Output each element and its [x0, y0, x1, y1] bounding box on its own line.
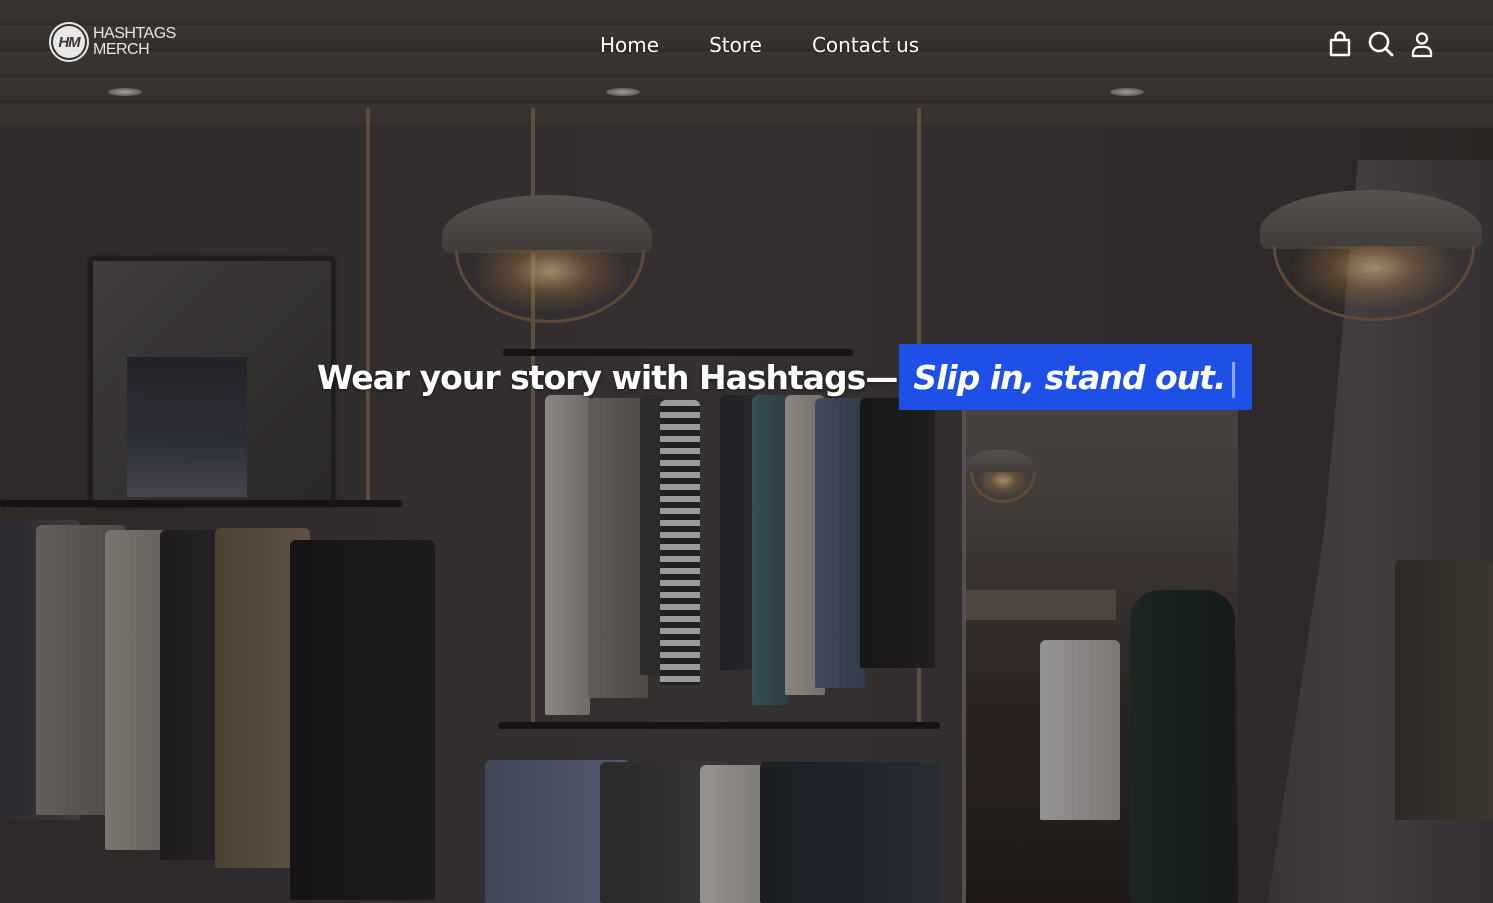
shopping-bag-icon[interactable] [1326, 30, 1354, 58]
logo-monogram: HM [53, 26, 85, 58]
user-icon[interactable] [1408, 30, 1436, 58]
hero-headline: Wear your story with Hashtags— Slip in, … [317, 344, 1252, 410]
logo-mark: HM [49, 22, 89, 62]
logo-wordmark: HASHTAGS MERCH [93, 26, 176, 58]
logo-line-2: MERCH [93, 41, 150, 58]
main-nav: Home Store Contact us [600, 33, 969, 57]
hero-highlight-text: Slip in, stand out. [913, 357, 1226, 397]
brand-logo[interactable]: HM HASHTAGS MERCH [49, 22, 176, 62]
header-actions [1326, 30, 1449, 58]
hero-dark-overlay [0, 0, 1493, 903]
hero-headline-text: Wear your story with Hashtags— [317, 357, 898, 397]
logo-line-1: HASHTAGS [93, 25, 176, 42]
nav-store[interactable]: Store [709, 33, 762, 57]
nav-home[interactable]: Home [600, 33, 659, 57]
hero-highlight-box: Slip in, stand out. | [899, 344, 1252, 410]
nav-contact-us[interactable]: Contact us [812, 33, 919, 57]
site-header: HM HASHTAGS MERCH Home Store Contact us [0, 0, 1493, 90]
typing-cursor: | [1227, 356, 1240, 398]
hero-background [0, 0, 1493, 903]
search-icon[interactable] [1367, 30, 1395, 58]
